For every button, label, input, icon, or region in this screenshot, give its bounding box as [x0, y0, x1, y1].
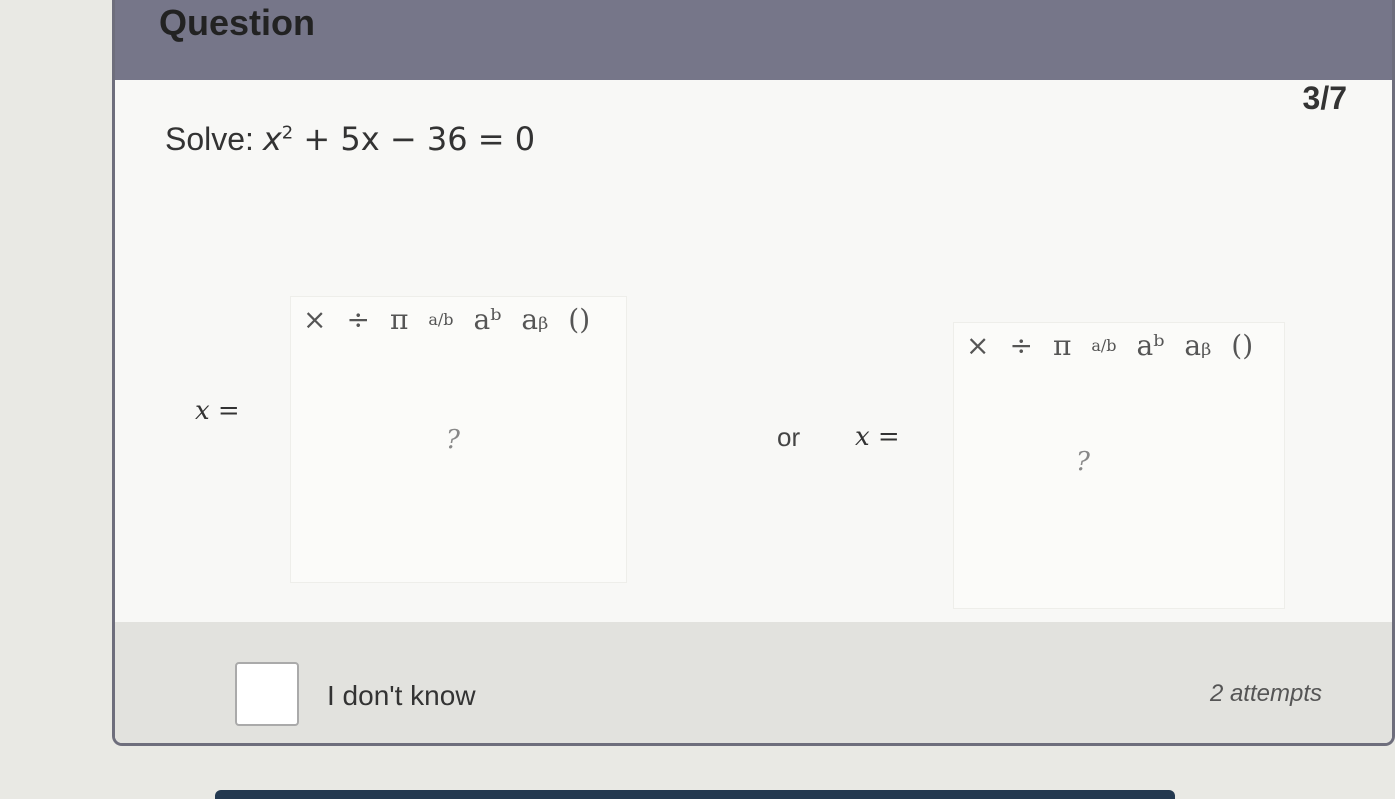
- first-answer-label: x =: [195, 396, 240, 426]
- dont-know-checkbox[interactable]: [235, 662, 299, 726]
- second-answer-label: x =: [855, 422, 900, 452]
- card-header: Question: [115, 0, 1392, 80]
- or-label: or: [777, 422, 801, 452]
- question-text: Solve: x2 + 5x − 36 = 0: [165, 120, 535, 158]
- question-counter: 3/7: [1302, 80, 1347, 116]
- math-toolbar: × ÷ π a/b aᵇ aᵦ (): [291, 297, 602, 342]
- power-button[interactable]: aᵇ: [474, 303, 502, 336]
- divide-button[interactable]: ÷: [346, 303, 369, 336]
- first-answer-placeholder: ?: [446, 425, 460, 455]
- first-answer-input[interactable]: × ÷ π a/b aᵇ aᵦ () ?: [290, 296, 627, 583]
- subscript-button[interactable]: aᵦ: [521, 303, 548, 336]
- equation-variable: x: [262, 120, 282, 158]
- fraction-button[interactable]: a/b: [1091, 336, 1116, 355]
- question-equation: x2 + 5x − 36 = 0: [263, 120, 535, 158]
- bottom-bar: [215, 790, 1175, 799]
- card-footer: I don't know 2 attempts: [115, 622, 1392, 743]
- times-button[interactable]: ×: [303, 303, 326, 336]
- times-button[interactable]: ×: [966, 329, 989, 362]
- divide-button[interactable]: ÷: [1009, 329, 1032, 362]
- fraction-button[interactable]: a/b: [428, 310, 453, 329]
- second-answer-input[interactable]: × ÷ π a/b aᵇ aᵦ () ?: [953, 322, 1285, 609]
- question-card: Question 3/7 Solve: x2 + 5x − 36 = 0 x =…: [112, 0, 1395, 746]
- subscript-button[interactable]: aᵦ: [1184, 329, 1211, 362]
- pi-button[interactable]: π: [390, 303, 408, 336]
- dont-know-label[interactable]: I don't know: [327, 680, 476, 712]
- power-button[interactable]: aᵇ: [1137, 329, 1165, 362]
- page-title: Question: [159, 2, 316, 43]
- attempts-count: 2 attempts: [1209, 680, 1322, 707]
- math-toolbar: × ÷ π a/b aᵇ aᵦ (): [954, 323, 1265, 368]
- parentheses-button[interactable]: (): [1231, 329, 1253, 362]
- equation-exponent: 2: [281, 122, 294, 144]
- parentheses-button[interactable]: (): [568, 303, 590, 336]
- pi-button[interactable]: π: [1053, 329, 1071, 362]
- second-answer-placeholder: ?: [1076, 447, 1090, 477]
- equation-rest: + 5x − 36 = 0: [293, 120, 536, 158]
- question-prefix: Solve:: [165, 121, 254, 157]
